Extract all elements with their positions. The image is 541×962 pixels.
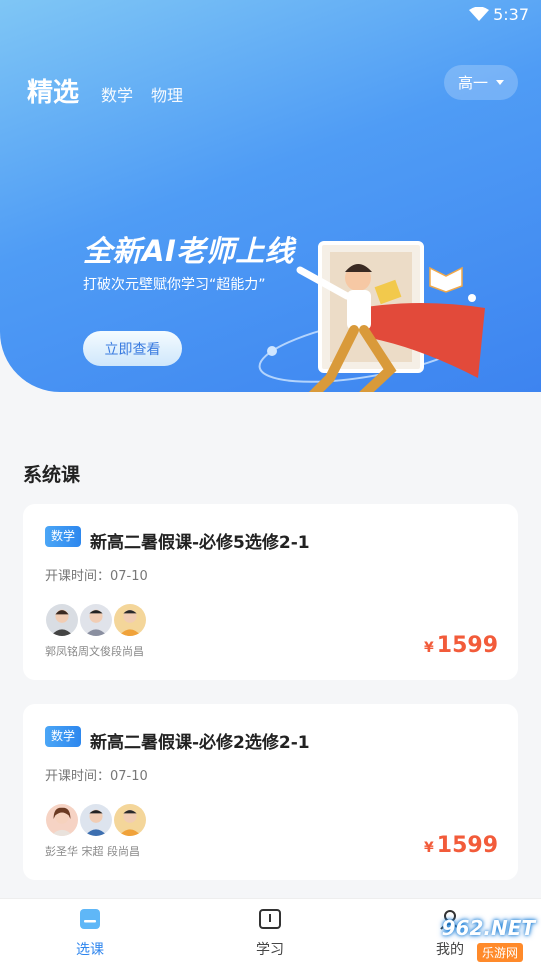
course-title: 新高二暑假课-必修5选修2-1	[90, 533, 310, 553]
watermark-logo: 962.NET	[441, 916, 535, 940]
subject-badge: 数学	[45, 726, 82, 747]
avatar	[45, 603, 79, 637]
section-title: 系统课	[23, 464, 81, 486]
ai-teacher-illustration	[258, 241, 485, 392]
tab-math[interactable]: 数学	[101, 82, 133, 106]
avatar	[113, 803, 147, 837]
book-icon	[259, 909, 281, 929]
avatar	[79, 603, 113, 637]
subject-badge: 数学	[45, 526, 82, 547]
status-bar: 5:37	[0, 0, 541, 30]
tab-study[interactable]: 学习	[230, 907, 310, 959]
banner-subtitle: 打破次元壁赋你学习“超能力”	[83, 277, 266, 293]
tab-physics[interactable]: 物理	[151, 82, 183, 106]
price-value: 1599	[436, 833, 498, 858]
course-price: ¥1599	[424, 833, 498, 858]
teacher-avatars	[45, 603, 147, 637]
price-symbol: ¥	[424, 640, 434, 656]
status-time: 5:37	[493, 5, 529, 24]
hero-banner: 5:37 精选 数学 物理 高一 全新AI老师上线 打破次元壁赋你学习“超能力”…	[0, 0, 541, 392]
teacher-names: 郭凤铭周文俊段尚昌	[45, 645, 144, 658]
course-start-date: 开课时间：07-10	[45, 769, 148, 784]
tab-course-select[interactable]: 选课	[50, 907, 130, 959]
course-card[interactable]: 数学 新高二暑假课-必修5选修2-1 开课时间：07-10 郭凤铭周文俊段尚昌 …	[23, 504, 518, 680]
view-now-button[interactable]: 立即查看	[83, 331, 182, 366]
grade-value: 高一	[457, 74, 488, 92]
price-symbol: ¥	[424, 840, 434, 856]
course-start-date: 开课时间：07-10	[45, 569, 148, 584]
tab-label: 选课	[76, 942, 104, 958]
tab-label: 学习	[256, 942, 284, 958]
avatar	[79, 803, 113, 837]
caret-down-icon	[496, 80, 504, 85]
price-value: 1599	[436, 633, 498, 658]
grade-dropdown[interactable]: 高一	[444, 65, 518, 100]
course-card[interactable]: 数学 新高二暑假课-必修2选修2-1 开课时间：07-10 彭圣华 宋超 段尚昌…	[23, 704, 518, 880]
bottom-tab-bar: 选课 学习 我的 962.NET 乐游网	[0, 898, 541, 962]
course-price: ¥1599	[424, 633, 498, 658]
teacher-avatars	[45, 803, 147, 837]
subject-tabs: 精选 数学 物理	[27, 72, 201, 109]
course-select-icon	[80, 909, 100, 929]
wifi-icon	[469, 7, 489, 21]
course-title: 新高二暑假课-必修2选修2-1	[90, 733, 310, 753]
watermark-subtext: 乐游网	[476, 943, 523, 962]
teacher-names: 彭圣华 宋超 段尚昌	[45, 845, 140, 858]
avatar	[113, 603, 147, 637]
tab-featured[interactable]: 精选	[27, 72, 79, 109]
avatar	[45, 803, 79, 837]
